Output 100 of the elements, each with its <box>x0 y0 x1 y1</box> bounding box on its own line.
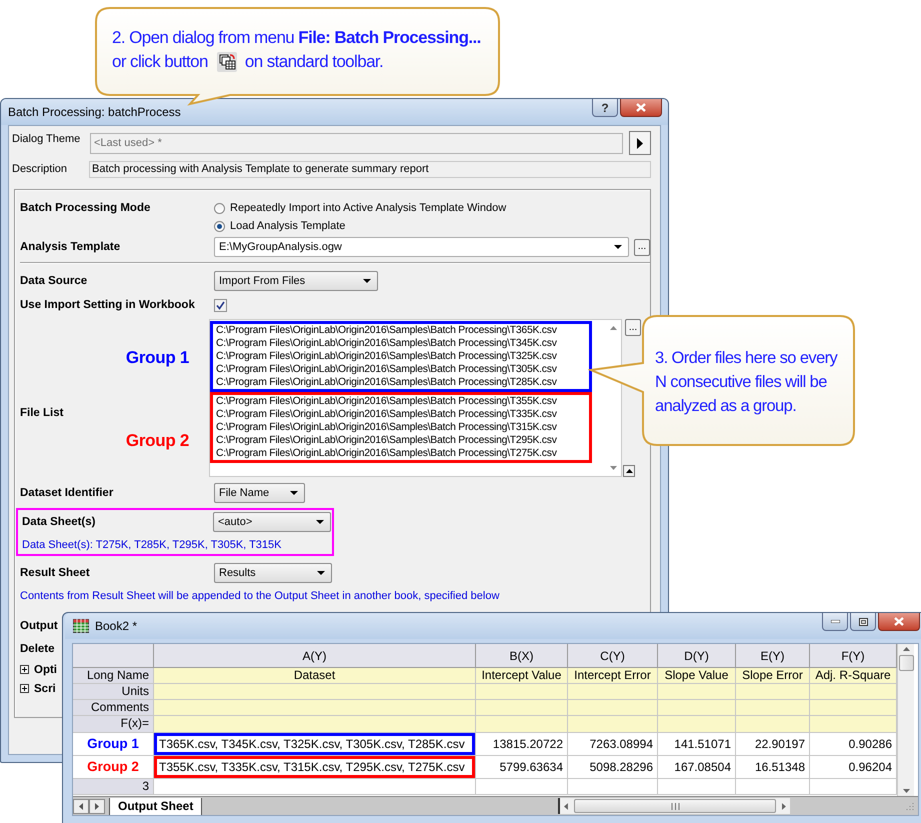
field-label: Output <box>20 620 58 632</box>
field-label: File List <box>20 406 64 418</box>
row-label: Units <box>73 684 154 700</box>
table-cell: 167.08504 <box>658 756 736 779</box>
file-path[interactable]: C:\Program Files\OriginLab\Origin2016\Samples\Batch Processing\T365K.csv <box>213 324 589 337</box>
group-label: Group 1 <box>73 733 154 756</box>
row-label: Comments <box>73 700 154 716</box>
dropdown[interactable]: E:\MyGroupAnalysis.ogw <box>214 237 630 257</box>
dropdown[interactable]: File Name <box>214 483 305 503</box>
field-label: Data Source <box>20 275 88 287</box>
restore-icon <box>858 618 868 626</box>
field-label: Data Sheet(s) <box>22 516 96 528</box>
file-path[interactable]: C:\Program Files\OriginLab\Origin2016\Samples\Batch Processing\T355K.csv <box>213 395 589 408</box>
batch-processing-icon <box>216 52 237 72</box>
radio-button[interactable] <box>214 220 225 232</box>
file-path[interactable]: C:\Program Files\OriginLab\Origin2016\Samples\Batch Processing\T275K.csv <box>213 447 589 460</box>
column-header[interactable]: A(Y) <box>154 644 476 668</box>
expand-icon[interactable] <box>20 684 29 693</box>
close-icon <box>894 617 904 626</box>
table-cell: Adj. R-Square <box>810 668 897 684</box>
callout-text: 3. Order files here so every N consecutive files will be analyzed as a group. <box>655 348 839 417</box>
expand-icon[interactable] <box>20 665 29 674</box>
table-cell: 13815.20722 <box>476 733 568 756</box>
file-path[interactable]: C:\Program Files\OriginLab\Origin2016\Samples\Batch Processing\T315K.csv <box>213 421 589 434</box>
info-note: Contents from Result Sheet will be appended to the Output Sheet in another book, specified below <box>20 590 500 602</box>
callout-text: on standard toolbar. <box>244 52 384 72</box>
caret-icon <box>316 520 324 524</box>
table-cell: Dataset <box>154 668 476 684</box>
group-label: Group 2 <box>126 430 189 450</box>
next-sheet-button[interactable] <box>89 798 105 814</box>
move-up-button[interactable] <box>623 465 635 477</box>
file-path[interactable]: C:\Program Files\OriginLab\Origin2016\Samples\Batch Processing\T295K.csv <box>213 434 589 447</box>
checkbox[interactable] <box>214 298 227 312</box>
scroll-thumb[interactable] <box>898 655 914 671</box>
grip-icon <box>670 802 680 810</box>
tree-node-label[interactable]: Opti <box>34 664 57 676</box>
table-cell: 5799.63634 <box>476 756 568 779</box>
sheet-tab[interactable]: Output Sheet <box>109 798 202 814</box>
up-arrow-icon <box>902 647 910 651</box>
minimize-icon <box>830 620 840 623</box>
file-path[interactable]: C:\Program Files\OriginLab\Origin2016\Samples\Batch Processing\T335K.csv <box>213 408 589 421</box>
column-header[interactable]: C(Y) <box>568 644 658 668</box>
info-note: Data Sheet(s): T275K, T285K, T295K, T305K, T315K <box>22 539 282 551</box>
column-header[interactable]: E(Y) <box>736 644 810 668</box>
table-cell: 141.51071 <box>658 733 736 756</box>
column-header[interactable]: D(Y) <box>658 644 736 668</box>
left-arrow-icon <box>564 802 568 810</box>
field-label: Delete <box>20 642 55 654</box>
file-path[interactable]: C:\Program Files\OriginLab\Origin2016\Samples\Batch Processing\T305K.csv <box>213 363 589 376</box>
table-cell: Intercept Value <box>476 668 568 684</box>
close-button[interactable] <box>878 613 920 631</box>
field-label: Analysis Template <box>20 241 122 253</box>
file-list[interactable] <box>209 319 622 477</box>
caret-icon <box>290 491 298 495</box>
scroll-thumb[interactable] <box>574 799 776 813</box>
down-arrow-icon <box>610 466 617 470</box>
row-label: Long Name <box>73 668 154 684</box>
callout-text: or click button <box>112 52 208 72</box>
scrollbar[interactable] <box>558 798 790 814</box>
file-path[interactable]: C:\Program Files\OriginLab\Origin2016\Samples\Batch Processing\T285K.csv <box>213 376 589 389</box>
column-header[interactable]: B(X) <box>476 644 568 668</box>
column-header[interactable]: F(Y) <box>810 644 897 668</box>
caret-icon <box>614 245 622 249</box>
browse-button[interactable]: ... <box>625 319 641 336</box>
window-title: Book2 * <box>95 619 138 633</box>
previous-sheet-button[interactable] <box>73 798 89 814</box>
table-cell: Slope Value <box>658 668 736 684</box>
description-field: Batch processing with Analysis Template to generate summary report <box>89 161 651 178</box>
table-cell: Slope Error <box>736 668 810 684</box>
caret-icon <box>317 571 325 575</box>
radio-button[interactable] <box>214 202 225 214</box>
table-cell: Intercept Error <box>568 668 658 684</box>
dropdown[interactable]: Results <box>214 563 332 583</box>
right-arrow-icon <box>95 802 99 810</box>
group-label: Group 2 <box>73 756 154 779</box>
restore-button[interactable] <box>850 613 876 631</box>
field-label: Dialog Theme <box>12 132 82 145</box>
minimize-button[interactable] <box>822 613 848 631</box>
field-label: Description <box>12 162 68 175</box>
tree-node-label[interactable]: Scri <box>34 682 56 694</box>
window-title: Batch Processing: batchProcess <box>8 105 181 119</box>
field-label: Result Sheet <box>20 567 91 579</box>
file-path[interactable]: C:\Program Files\OriginLab\Origin2016\Samples\Batch Processing\T345K.csv <box>213 337 589 350</box>
caret-icon <box>363 279 371 283</box>
field-label: Batch Processing Mode <box>20 201 152 214</box>
dropdown[interactable]: Import From Files <box>214 271 378 291</box>
up-arrow-icon <box>626 469 632 473</box>
dropdown[interactable]: <auto> <box>213 512 331 532</box>
right-arrow-icon <box>782 802 786 810</box>
table-cell: T355K.csv, T335K.csv, T315K.csv, T295K.csv, T275K.csv <box>154 756 475 778</box>
row-number: 3 <box>73 779 154 795</box>
help-button[interactable]: ? <box>592 99 618 117</box>
close-button[interactable] <box>620 99 662 117</box>
table-cell: T365K.csv, T345K.csv, T325K.csv, T305K.csv, T285K.csv <box>154 733 475 755</box>
theme-menu-button[interactable] <box>629 131 651 155</box>
browse-button[interactable]: ... <box>634 238 650 256</box>
file-path[interactable]: C:\Program Files\OriginLab\Origin2016\Samples\Batch Processing\T325K.csv <box>213 350 589 363</box>
size-grip-icon <box>906 802 914 810</box>
left-arrow-icon <box>79 802 83 810</box>
table-cell: 16.51348 <box>736 756 810 779</box>
